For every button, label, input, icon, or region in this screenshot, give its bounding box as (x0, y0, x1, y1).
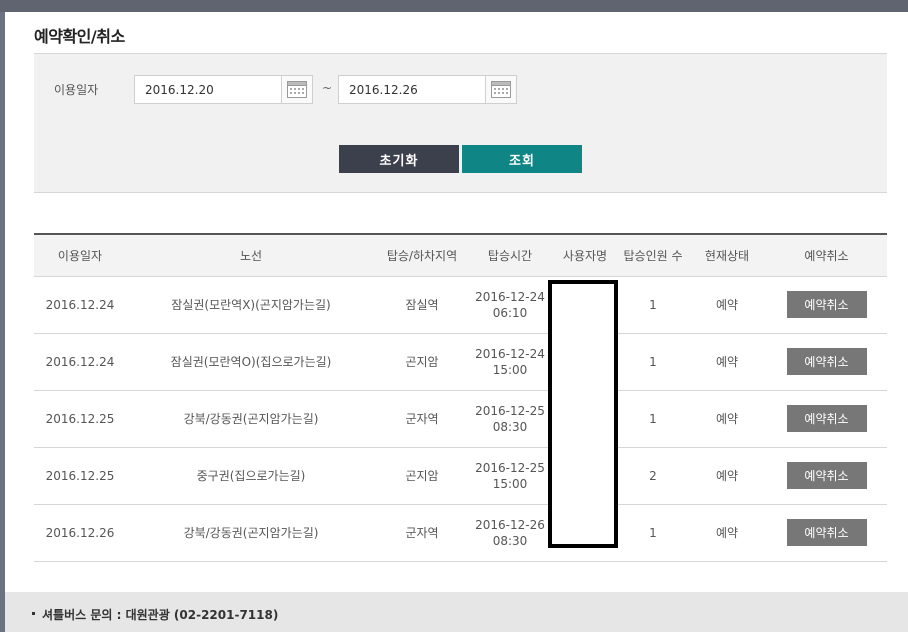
time-date: 2016-12-25 (475, 403, 545, 418)
cell-date: 2016.12.25 (34, 447, 126, 505)
time-date: 2016-12-24 (475, 289, 545, 304)
cell-route: 잠실권(모란역X)(곤지암가는길) (126, 276, 376, 334)
time-date: 2016-12-26 (475, 517, 545, 532)
start-date-input[interactable] (135, 76, 281, 103)
cell-status: 예약 (688, 333, 766, 391)
date-separator: ~ (322, 81, 333, 95)
header-route: 노선 (126, 234, 376, 277)
time-date: 2016-12-25 (475, 460, 545, 475)
cell-route: 중구권(집으로가는길) (126, 447, 376, 505)
cell-count: 1 (618, 504, 688, 562)
cell-cancel: 예약취소 (766, 447, 887, 505)
table-row: 2016.12.24 잠실권(모란역X)(곤지암가는길) 잠실역 2016-12… (34, 276, 887, 334)
page-title: 예약확인/취소 (34, 27, 125, 46)
calendar-icon (287, 81, 307, 98)
cell-cancel: 예약취소 (766, 333, 887, 391)
cell-stop: 군자역 (376, 390, 468, 448)
cell-date: 2016.12.25 (34, 390, 126, 448)
cell-time: 2016-12-24 15:00 (468, 333, 552, 391)
cell-count: 1 (618, 390, 688, 448)
cell-route: 강북/강동권(곤지암가는길) (126, 504, 376, 562)
cell-cancel: 예약취소 (766, 276, 887, 334)
end-date-input[interactable] (339, 76, 485, 103)
cell-date: 2016.12.26 (34, 504, 126, 562)
header-count: 탑승인원 수 (618, 234, 688, 277)
header-time: 탑승시간 (468, 234, 552, 277)
cell-stop: 곤지암 (376, 333, 468, 391)
cell-cancel: 예약취소 (766, 504, 887, 562)
footer-contact: 셔틀버스 문의 : 대원관광 (02-2201-7118) (32, 606, 278, 623)
reservation-table: 이용일자 노선 탑승/하차지역 탑승시간 사용자명 탑승인원 수 현재상태 예약… (34, 233, 887, 562)
footer-contact-text: 셔틀버스 문의 : 대원관광 (02-2201-7118) (42, 608, 279, 622)
cell-route: 잠실권(모란역O)(집으로가는길) (126, 333, 376, 391)
search-button[interactable]: 조회 (462, 145, 582, 173)
date-label: 이용일자 (54, 83, 99, 97)
cell-stop: 잠실역 (376, 276, 468, 334)
footer: 셔틀버스 문의 : 대원관광 (02-2201-7118) (5, 592, 908, 632)
header-stop: 탑승/하차지역 (376, 234, 468, 277)
time-clock: 08:30 (492, 419, 528, 434)
bullet-icon (32, 612, 35, 615)
cell-count: 1 (618, 276, 688, 334)
table-header-row: 이용일자 노선 탑승/하차지역 탑승시간 사용자명 탑승인원 수 현재상태 예약… (34, 234, 887, 277)
header-user: 사용자명 (552, 234, 618, 277)
start-date-field (134, 75, 313, 104)
cancel-reservation-button[interactable]: 예약취소 (786, 519, 867, 546)
cell-route: 강북/강동권(곤지암가는길) (126, 390, 376, 448)
table-row: 2016.12.25 강북/강동권(곤지암가는길) 군자역 2016-12-25… (34, 390, 887, 448)
start-calendar-button[interactable] (281, 76, 312, 103)
cell-time: 2016-12-26 08:30 (468, 504, 552, 562)
cancel-reservation-button[interactable]: 예약취소 (786, 291, 867, 318)
search-box: 이용일자 ~ (34, 53, 887, 193)
cell-stop: 군자역 (376, 504, 468, 562)
cell-status: 예약 (688, 390, 766, 448)
reset-button[interactable]: 초기화 (339, 145, 459, 173)
time-clock: 15:00 (492, 476, 528, 491)
cell-stop: 곤지암 (376, 447, 468, 505)
cancel-reservation-button[interactable]: 예약취소 (786, 462, 867, 489)
window-top-bar (0, 0, 908, 12)
table-row: 2016.12.25 중구권(집으로가는길) 곤지암 2016-12-25 15:… (34, 447, 887, 505)
time-clock: 06:10 (492, 305, 528, 320)
cell-count: 2 (618, 447, 688, 505)
cell-status: 예약 (688, 276, 766, 334)
cancel-reservation-button[interactable]: 예약취소 (786, 348, 867, 375)
cell-status: 예약 (688, 504, 766, 562)
redaction-box (548, 280, 618, 548)
header-status: 현재상태 (688, 234, 766, 277)
cancel-reservation-button[interactable]: 예약취소 (786, 405, 867, 432)
cell-cancel: 예약취소 (766, 390, 887, 448)
time-clock: 08:30 (492, 533, 528, 548)
content-panel: 예약확인/취소 이용일자 ~ (5, 12, 908, 632)
header-cancel: 예약취소 (766, 234, 887, 277)
time-date: 2016-12-24 (475, 346, 545, 361)
cell-status: 예약 (688, 447, 766, 505)
cell-time: 2016-12-25 15:00 (468, 447, 552, 505)
cell-time: 2016-12-25 08:30 (468, 390, 552, 448)
header-date: 이용일자 (34, 234, 126, 277)
cell-date: 2016.12.24 (34, 333, 126, 391)
end-calendar-button[interactable] (485, 76, 516, 103)
time-clock: 15:00 (492, 362, 528, 377)
table-row: 2016.12.24 잠실권(모란역O)(집으로가는길) 곤지암 2016-12… (34, 333, 887, 391)
table-row: 2016.12.26 강북/강동권(곤지암가는길) 군자역 2016-12-26… (34, 504, 887, 562)
cell-count: 1 (618, 333, 688, 391)
end-date-field (338, 75, 517, 104)
cell-time: 2016-12-24 06:10 (468, 276, 552, 334)
cell-date: 2016.12.24 (34, 276, 126, 334)
calendar-icon (491, 81, 511, 98)
